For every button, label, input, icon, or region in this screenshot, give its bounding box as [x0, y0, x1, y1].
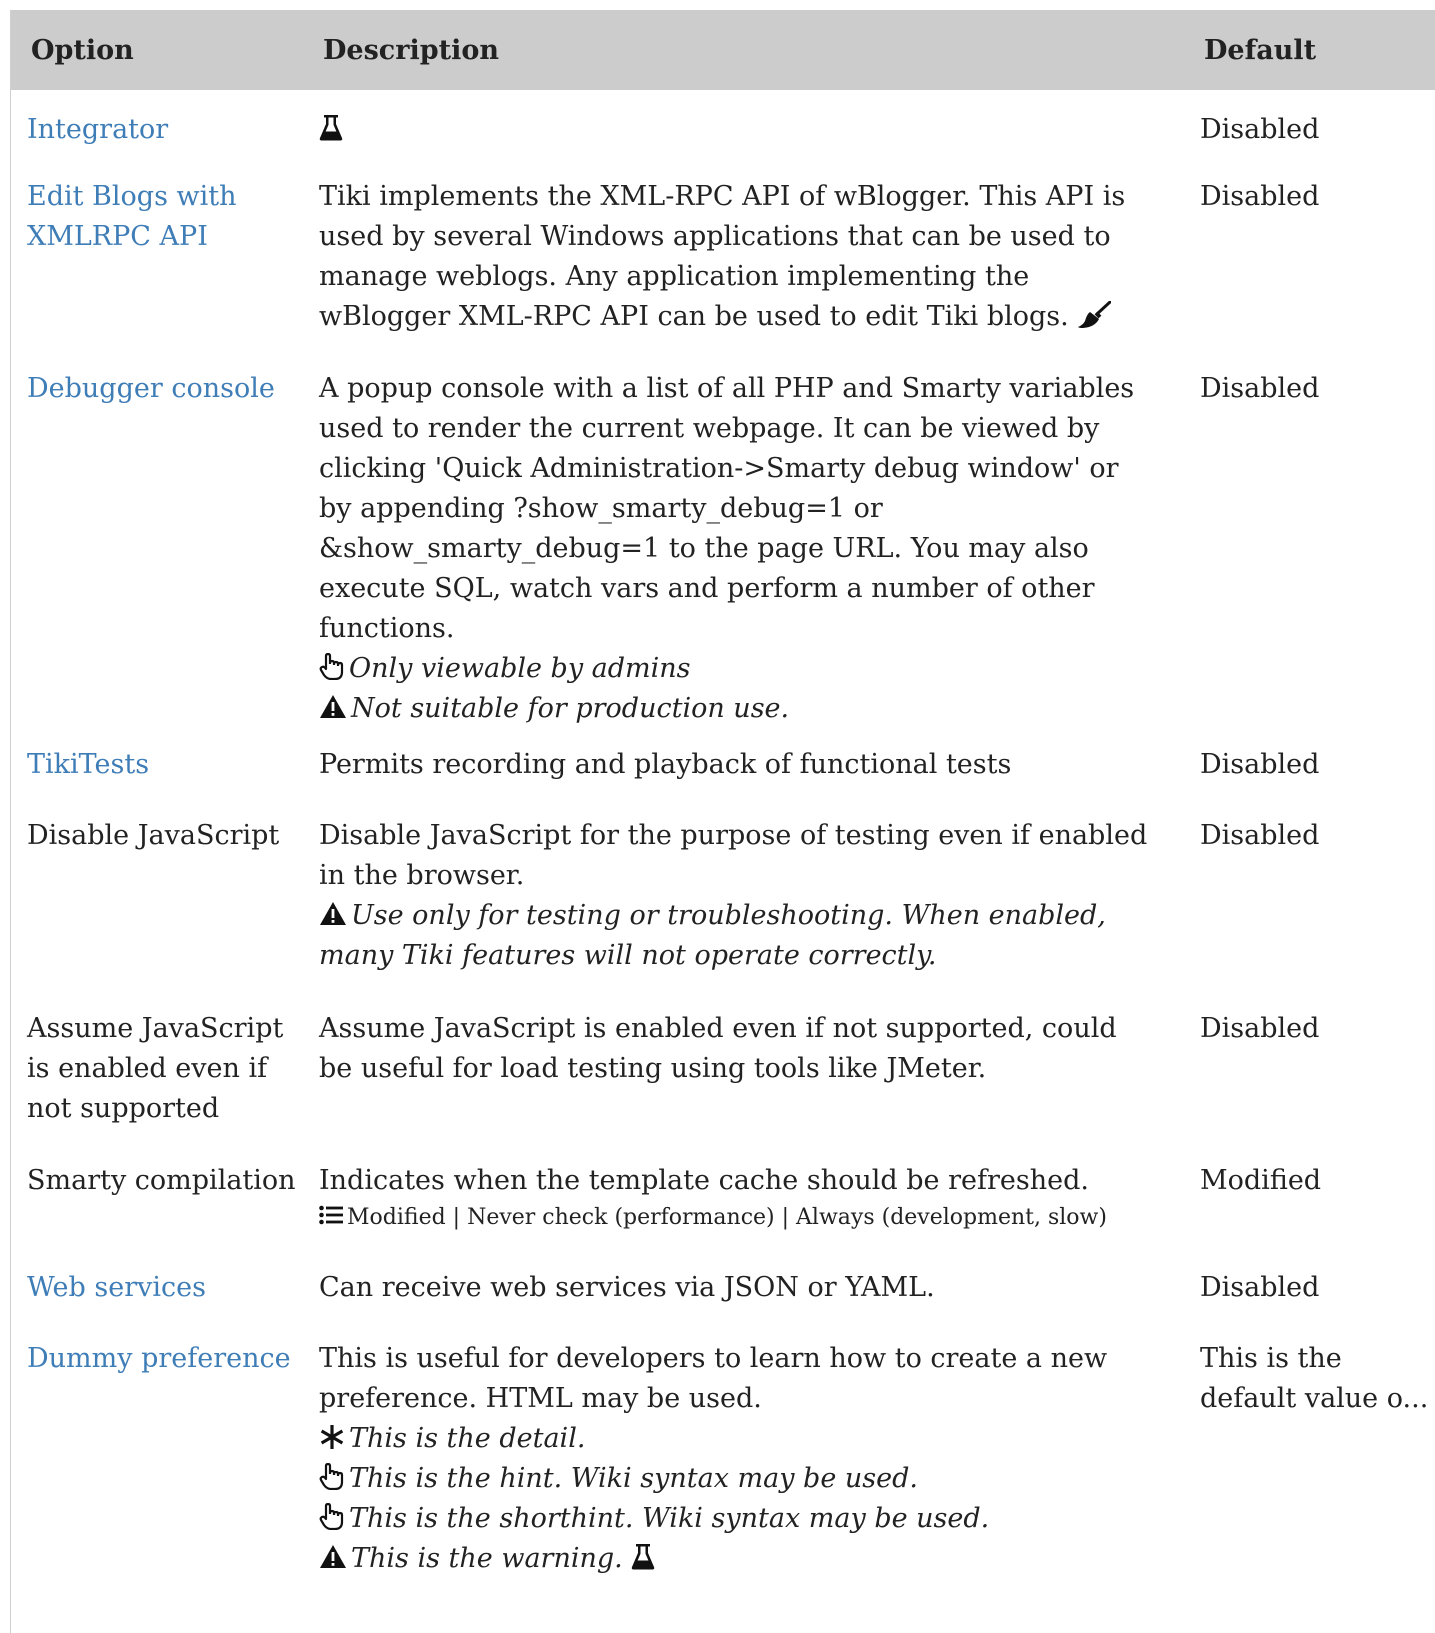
description-text: A popup console with a list of all PHP a…: [319, 373, 1135, 644]
warning-icon: [319, 901, 347, 926]
table-row: TikiTests Permits recording and playback…: [11, 729, 1435, 800]
options-list-text: Modified | Never check (performance) | A…: [347, 1205, 1107, 1230]
warning-text: Use only for testing or troubleshooting.…: [319, 900, 1106, 971]
description-text: Indicates when the template cache should…: [319, 1165, 1089, 1196]
detail-text: This is the detail.: [349, 1423, 586, 1454]
shorthint-line: This is the shorthint. Wiki syntax may b…: [319, 1499, 1154, 1539]
option-link-edit-blogs-xmlrpc[interactable]: Edit Blogs with XMLRPC API: [27, 181, 237, 252]
table-row: Integrator Disabled: [11, 90, 1435, 161]
default-cell: Disabled: [1200, 749, 1320, 780]
warning-line: This is the warning.: [319, 1539, 1154, 1579]
broom-icon: [1077, 300, 1112, 329]
header-row: Option Description Default: [11, 10, 1435, 90]
option-cell: Integrator: [11, 90, 307, 161]
hint-line: Only viewable by admins: [319, 649, 1154, 689]
warning-icon: [319, 1544, 347, 1569]
description-cell: Tiki implements the XML-RPC API of wBlog…: [307, 161, 1184, 353]
warning-text: This is the warning.: [351, 1543, 623, 1574]
description-text: Tiki implements the XML-RPC API of wBlog…: [319, 181, 1126, 332]
option-cell: Assume JavaScript is enabled even if not…: [11, 993, 307, 1145]
table-row: Web services Can receive web services vi…: [11, 1252, 1435, 1323]
table-row: Smarty compilation Indicates when the te…: [11, 1145, 1435, 1252]
table-row: Disable JavaScript Disable JavaScript fo…: [11, 800, 1435, 993]
option-cell: Disable JavaScript: [11, 800, 307, 993]
option-cell: Web services: [11, 1252, 307, 1323]
option-link-integrator[interactable]: Integrator: [27, 114, 168, 145]
option-link-dummy-preference[interactable]: Dummy preference: [27, 1343, 291, 1374]
description-cell: Can receive web services via JSON or YAM…: [307, 1252, 1184, 1323]
preferences-table: Option Description Default Integrator Di…: [11, 10, 1435, 1579]
warning-line: Not suitable for production use.: [319, 689, 1154, 729]
preferences-table-container: Option Description Default Integrator Di…: [10, 10, 1435, 1633]
table-row: Assume JavaScript is enabled even if not…: [11, 993, 1435, 1145]
pointing-hand-icon: [319, 653, 345, 680]
pointing-hand-icon: [319, 1503, 345, 1530]
table-header: Option Description Default: [11, 10, 1435, 90]
warning-icon: [319, 694, 347, 719]
description-cell: A popup console with a list of all PHP a…: [307, 353, 1184, 729]
description-cell: Disable JavaScript for the purpose of te…: [307, 800, 1184, 993]
default-cell: Disabled: [1200, 181, 1320, 212]
option-cell: Smarty compilation: [11, 1145, 307, 1252]
description-text: This is useful for developers to learn h…: [319, 1343, 1108, 1414]
options-list-line: Modified | Never check (performance) | A…: [319, 1201, 1154, 1235]
description-text: Disable JavaScript for the purpose of te…: [319, 820, 1148, 891]
default-cell: Disabled: [1200, 114, 1320, 145]
description-text: Can receive web services via JSON or YAM…: [319, 1272, 935, 1303]
default-cell: Disabled: [1200, 1272, 1320, 1303]
option-cell: Dummy preference: [11, 1323, 307, 1579]
option-cell: Debugger console: [11, 353, 307, 729]
flask-icon: [319, 114, 343, 141]
description-cell: Assume JavaScript is enabled even if not…: [307, 993, 1184, 1145]
option-link-web-services[interactable]: Web services: [27, 1272, 206, 1303]
pointing-hand-icon: [319, 1463, 345, 1490]
option-label-smarty-compilation: Smarty compilation: [27, 1165, 296, 1196]
description-text: Permits recording and playback of functi…: [319, 749, 1012, 780]
option-label-disable-javascript: Disable JavaScript: [27, 820, 280, 851]
table-body: Integrator Disabled Edit Blogs with XMLR…: [11, 90, 1435, 1579]
hint-text: Only viewable by admins: [349, 653, 691, 684]
shorthint-text: This is the shorthint. Wiki syntax may b…: [349, 1503, 990, 1534]
default-cell: Disabled: [1200, 1013, 1320, 1044]
default-cell: Disabled: [1200, 373, 1320, 404]
warning-line: Use only for testing or troubleshooting.…: [319, 896, 1154, 976]
default-cell: This is the default value o...: [1200, 1343, 1429, 1414]
description-cell: Indicates when the template cache should…: [307, 1145, 1184, 1252]
description-cell: This is useful for developers to learn h…: [307, 1323, 1184, 1579]
list-icon: [319, 1205, 343, 1225]
option-cell: TikiTests: [11, 729, 307, 800]
option-cell: Edit Blogs with XMLRPC API: [11, 161, 307, 353]
table-row: Edit Blogs with XMLRPC API Tiki implemen…: [11, 161, 1435, 353]
column-header-option: Option: [31, 34, 134, 66]
detail-line: This is the detail.: [319, 1419, 1154, 1459]
asterisk-icon: [319, 1424, 345, 1450]
description-cell: Permits recording and playback of functi…: [307, 729, 1184, 800]
table-row: Dummy preference This is useful for deve…: [11, 1323, 1435, 1579]
table-row: Debugger console A popup console with a …: [11, 353, 1435, 729]
description-cell: [307, 90, 1184, 161]
option-link-debugger-console[interactable]: Debugger console: [27, 373, 275, 404]
default-cell: Disabled: [1200, 820, 1320, 851]
column-header-description: Description: [323, 34, 499, 66]
flask-icon: [631, 1543, 655, 1570]
warning-text: Not suitable for production use.: [351, 693, 790, 724]
column-header-default: Default: [1204, 34, 1317, 66]
default-cell: Modified: [1200, 1165, 1322, 1196]
option-link-tikitests[interactable]: TikiTests: [27, 749, 149, 780]
description-text: Assume JavaScript is enabled even if not…: [319, 1013, 1117, 1084]
hint-line: This is the hint. Wiki syntax may be use…: [319, 1459, 1154, 1499]
option-label-assume-javascript: Assume JavaScript is enabled even if not…: [27, 1013, 284, 1124]
hint-text: This is the hint. Wiki syntax may be use…: [349, 1463, 918, 1494]
